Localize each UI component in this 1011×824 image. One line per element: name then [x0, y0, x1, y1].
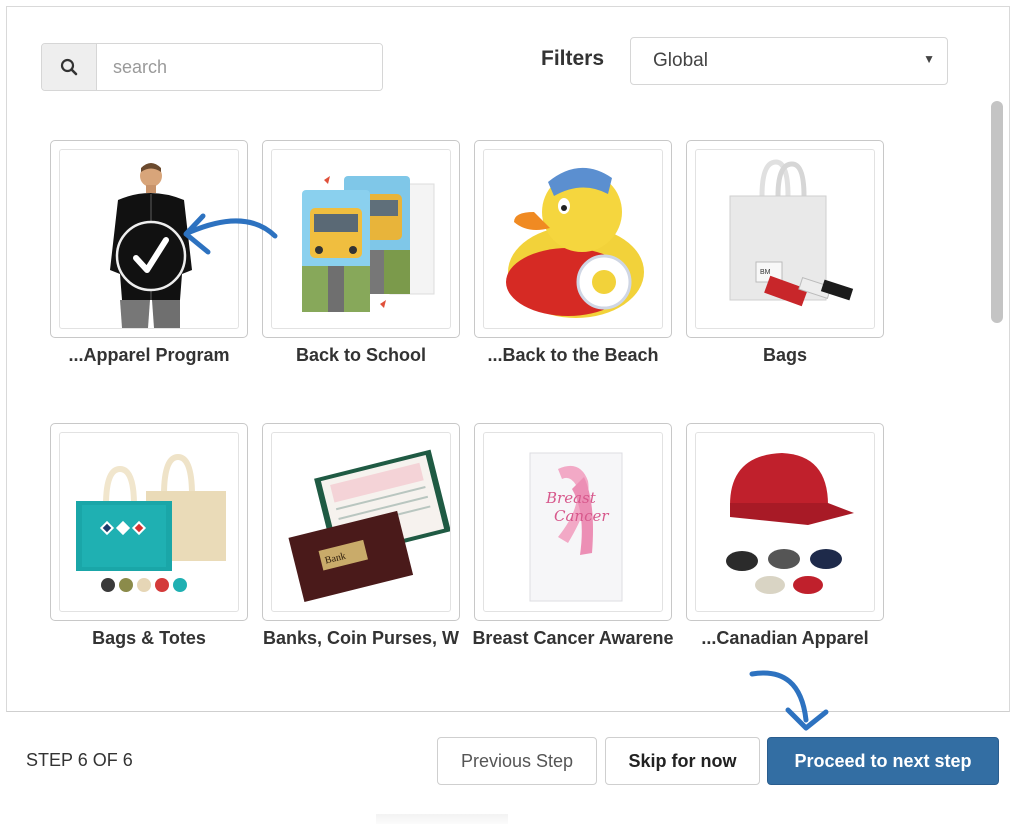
- category-label: ...Canadian Apparel: [701, 628, 869, 648]
- search-icon[interactable]: [42, 44, 97, 90]
- bottom-bar-fragment: [376, 814, 508, 824]
- category-thumb[interactable]: Breast Cancer: [474, 423, 672, 621]
- scrollbar[interactable]: [989, 97, 1005, 667]
- scrollbar-thumb[interactable]: [991, 101, 1003, 323]
- filters-selected-value: Global: [653, 50, 708, 71]
- category-tile-back-to-school[interactable]: Back to School: [262, 140, 460, 420]
- category-tile-breast-cancer-awareness[interactable]: Breast Cancer Breast Cancer Awarene: [472, 423, 674, 666]
- category-tile-bags[interactable]: BM Bags: [686, 140, 884, 420]
- category-tile-apparel-program[interactable]: ...Apparel Program: [50, 140, 248, 420]
- category-label: Banks, Coin Purses, W: [262, 628, 460, 648]
- black-zip-jacket-image: [59, 149, 239, 329]
- category-thumb[interactable]: [262, 140, 460, 338]
- category-thumb[interactable]: [474, 140, 672, 338]
- filters-label: Filters: [541, 47, 605, 70]
- tote-bag-image: BM: [695, 149, 875, 329]
- red-cap-image: [695, 432, 875, 612]
- category-label: Bags: [762, 345, 807, 365]
- category-thumb[interactable]: BM: [686, 140, 884, 338]
- step-indicator: STEP 6 OF 6: [26, 750, 133, 770]
- category-thumb[interactable]: [50, 140, 248, 338]
- category-grid: ...Apparel Program Back to School ...Bac…: [50, 140, 950, 666]
- checkbook-covers-image: Bank: [271, 432, 451, 612]
- search-box: [41, 43, 383, 91]
- chevron-down-icon: ▼: [923, 52, 935, 66]
- filters-select[interactable]: Global ▼: [630, 37, 948, 85]
- svg-text:Cancer: Cancer: [554, 507, 609, 525]
- category-thumb[interactable]: [50, 423, 248, 621]
- category-label: ...Apparel Program: [68, 345, 230, 365]
- search-input[interactable]: [97, 44, 382, 90]
- category-tile-back-to-the-beach[interactable]: ...Back to the Beach: [474, 140, 672, 420]
- category-label: ...Back to the Beach: [487, 345, 659, 365]
- pink-ribbon-brochure-image: Breast Cancer: [483, 432, 663, 612]
- svg-text:Breast: Breast: [545, 489, 597, 507]
- previous-step-button[interactable]: Previous Step: [437, 737, 597, 785]
- skip-button[interactable]: Skip for now: [605, 737, 760, 785]
- category-label: Breast Cancer Awarene: [472, 628, 674, 648]
- svg-text:BM: BM: [760, 269, 771, 276]
- school-bus-cards-image: [271, 149, 451, 329]
- proceed-next-step-button[interactable]: Proceed to next step: [767, 737, 999, 785]
- category-label: Back to School: [295, 345, 427, 365]
- category-thumb[interactable]: Bank: [262, 423, 460, 621]
- category-tile-canadian-apparel[interactable]: ...Canadian Apparel: [686, 423, 884, 666]
- canvas-totes-image: [59, 432, 239, 612]
- category-thumb[interactable]: [686, 423, 884, 621]
- rubber-duck-image: [483, 149, 663, 329]
- category-picker-panel: Filters Global ▼: [6, 6, 1010, 712]
- category-tile-banks-coin-purses[interactable]: Bank Banks, Coin Purses, W: [262, 423, 460, 666]
- category-tile-bags-and-totes[interactable]: Bags & Totes: [50, 423, 248, 666]
- category-label: Bags & Totes: [92, 628, 206, 648]
